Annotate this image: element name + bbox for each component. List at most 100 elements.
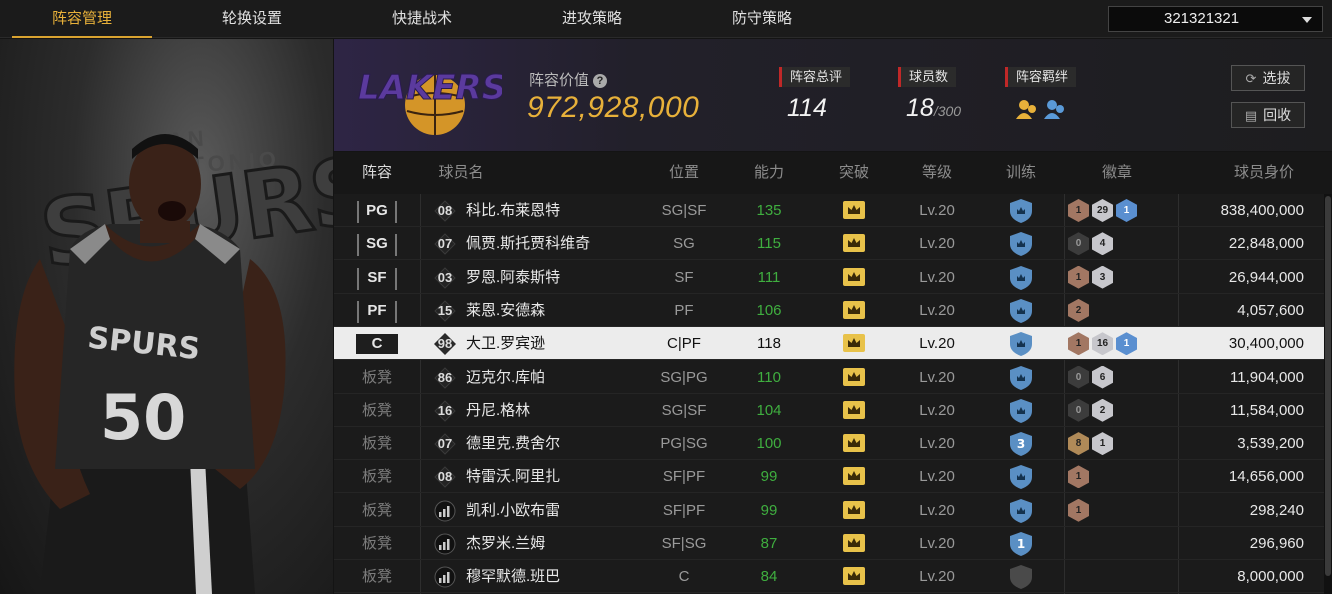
col-badges[interactable]: 徽章 bbox=[1082, 152, 1152, 194]
player-name[interactable]: 罗恩.阿泰斯特 bbox=[466, 261, 560, 294]
table-row[interactable]: 板凳 07 德里克.费舍尔 PG|SG 100 Lv.20 3 8 1 3,539,200 bbox=[334, 427, 1324, 461]
badge-icon[interactable]: 1 bbox=[1068, 332, 1089, 356]
training-shield-icon[interactable] bbox=[1008, 365, 1034, 390]
tab-rotation[interactable]: 轮换设置 bbox=[182, 0, 322, 38]
badge-icon[interactable]: 1 bbox=[1068, 498, 1089, 522]
player-position: SF bbox=[674, 268, 694, 286]
badge-icon[interactable]: 8 bbox=[1068, 432, 1089, 456]
player-name[interactable]: 凯利.小欧布雷 bbox=[466, 494, 560, 527]
player-name[interactable]: 科比.布莱恩特 bbox=[466, 194, 560, 227]
player-name[interactable]: 德里克.费舍尔 bbox=[466, 427, 560, 460]
player-name[interactable]: 穆罕默德.班巴 bbox=[466, 560, 560, 593]
slot-bench: 板凳 bbox=[361, 501, 392, 519]
training-shield-icon[interactable]: 1 bbox=[1008, 532, 1034, 556]
col-position[interactable]: 位置 bbox=[649, 152, 719, 194]
rating-bars-icon bbox=[434, 500, 456, 522]
svg-text:3: 3 bbox=[1017, 437, 1025, 451]
table-row[interactable]: 板凳 16 丹尼.格林 SG|SF 104 Lv.20 0 2 11,584,000 bbox=[334, 394, 1324, 427]
player-name[interactable]: 特雷沃.阿里扎 bbox=[466, 460, 560, 493]
training-shield-icon[interactable] bbox=[1008, 232, 1034, 257]
badge-icon[interactable]: 1 bbox=[1092, 432, 1113, 456]
tab-defense[interactable]: 防守策略 bbox=[692, 0, 832, 38]
badge-icon[interactable]: 1 bbox=[1116, 332, 1137, 356]
badge-icon[interactable]: 4 bbox=[1092, 232, 1113, 256]
table-row[interactable]: 板凳 86 迈克尔.库帕 SG|PG 110 Lv.20 0 6 11,904,000 bbox=[334, 361, 1324, 394]
badge-icon[interactable]: 0 bbox=[1068, 232, 1089, 256]
training-shield-icon[interactable] bbox=[1008, 398, 1034, 423]
player-name[interactable]: 丹尼.格林 bbox=[466, 394, 530, 427]
table-row[interactable]: 板凳 穆罕默德.班巴 C 84 Lv.20 8,000,000 bbox=[334, 560, 1324, 594]
scrollbar[interactable] bbox=[1324, 194, 1332, 594]
player-position: SG|SF bbox=[661, 401, 707, 419]
player-level: Lv.20 bbox=[919, 568, 955, 586]
col-lineup[interactable]: 阵容 bbox=[334, 152, 420, 194]
player-name[interactable]: 莱恩.安德森 bbox=[466, 294, 545, 327]
training-shield-icon[interactable] bbox=[1008, 565, 1034, 590]
col-price[interactable]: 球员身价 bbox=[1214, 152, 1314, 194]
badge-icon[interactable]: 3 bbox=[1092, 265, 1113, 289]
crown-icon[interactable] bbox=[842, 267, 866, 287]
col-ability[interactable]: 能力 bbox=[734, 152, 804, 194]
player-price: 8,000,000 bbox=[1237, 568, 1304, 586]
help-icon[interactable]: ? bbox=[593, 74, 608, 88]
table-row[interactable]: SG 07 佩贾.斯托贾科维奇 SG 115 Lv.20 0 4 22,848,000 bbox=[334, 227, 1324, 261]
badge-icon[interactable]: 2 bbox=[1068, 298, 1089, 322]
badge-icon[interactable]: 2 bbox=[1092, 398, 1113, 422]
crown-icon[interactable] bbox=[842, 533, 866, 553]
col-breakthrough[interactable]: 突破 bbox=[819, 152, 889, 194]
tab-offense[interactable]: 进攻策略 bbox=[522, 0, 662, 38]
table-row[interactable]: SF 03 罗恩.阿泰斯特 SF 111 Lv.20 1 3 26,944,000 bbox=[334, 261, 1324, 294]
table-row[interactable]: 板凳 杰罗米.兰姆 SF|SG 87 Lv.20 1 296,960 bbox=[334, 527, 1324, 560]
badge-icon[interactable]: 1 bbox=[1068, 265, 1089, 289]
tab-lineup[interactable]: 阵容管理 bbox=[12, 0, 152, 38]
player-name[interactable]: 大卫.罗宾逊 bbox=[466, 327, 545, 360]
table-row[interactable]: C 98 大卫.罗宾逊 C|PF 118 Lv.20 1 16 1 30,400,000 bbox=[334, 327, 1324, 361]
scrollbar-thumb[interactable] bbox=[1325, 196, 1331, 576]
crown-icon[interactable] bbox=[842, 566, 866, 586]
training-shield-icon[interactable]: 3 bbox=[1008, 432, 1034, 457]
account-select[interactable]: 321321321 bbox=[1108, 6, 1323, 32]
table-row[interactable]: 板凳 08 特雷沃.阿里扎 SF|PF 99 Lv.20 1 14,656,000 bbox=[334, 460, 1324, 494]
training-shield-icon[interactable] bbox=[1008, 332, 1034, 357]
table-row[interactable]: 板凳 凯利.小欧布雷 SF|PF 99 Lv.20 1 298,240 bbox=[334, 494, 1324, 527]
badge-icon[interactable]: 1 bbox=[1068, 199, 1089, 222]
badge-icon[interactable]: 1 bbox=[1116, 199, 1137, 222]
training-shield-icon[interactable] bbox=[1008, 298, 1034, 323]
crown-icon[interactable] bbox=[842, 433, 866, 453]
training-shield-icon[interactable] bbox=[1008, 199, 1034, 223]
bond-icon[interactable] bbox=[1014, 97, 1074, 123]
crown-icon[interactable] bbox=[842, 333, 866, 353]
crown-icon[interactable] bbox=[842, 400, 866, 420]
player-position: SF|PF bbox=[662, 468, 706, 486]
table-row[interactable]: PG 08 科比.布莱恩特 SG|SF 135 Lv.20 1 29 1 838,400,000 bbox=[334, 194, 1324, 227]
lineup-value-label: 阵容价值? bbox=[529, 69, 608, 90]
tab-quick-tactics[interactable]: 快捷战术 bbox=[352, 0, 492, 38]
training-shield-icon[interactable] bbox=[1008, 265, 1034, 290]
crown-icon[interactable] bbox=[842, 367, 866, 387]
crown-icon[interactable] bbox=[842, 200, 866, 220]
col-level[interactable]: 等级 bbox=[902, 152, 972, 194]
badge-icon[interactable]: 0 bbox=[1068, 398, 1089, 422]
badge-icon[interactable]: 0 bbox=[1068, 365, 1089, 389]
badge-icon[interactable]: 6 bbox=[1092, 365, 1113, 389]
player-name[interactable]: 佩贾.斯托贾科维奇 bbox=[466, 227, 590, 260]
training-shield-icon[interactable] bbox=[1008, 498, 1034, 523]
crown-icon[interactable] bbox=[842, 500, 866, 520]
player-name[interactable]: 迈克尔.库帕 bbox=[466, 361, 545, 394]
col-training[interactable]: 训练 bbox=[986, 152, 1056, 194]
crown-icon[interactable] bbox=[842, 300, 866, 320]
crown-icon[interactable] bbox=[842, 233, 866, 253]
player-ability: 87 bbox=[760, 535, 778, 552]
slot-cell: PF bbox=[334, 294, 420, 327]
badge-icon[interactable]: 1 bbox=[1068, 465, 1089, 489]
badge-icon[interactable]: 29 bbox=[1092, 199, 1113, 222]
draft-button[interactable]: ⟳ 选拔 bbox=[1231, 65, 1305, 91]
training-shield-icon[interactable] bbox=[1008, 465, 1034, 490]
crown-icon[interactable] bbox=[842, 466, 866, 486]
player-price: 11,904,000 bbox=[1230, 368, 1304, 386]
player-name[interactable]: 杰罗米.兰姆 bbox=[466, 527, 545, 560]
badge-icon[interactable]: 16 bbox=[1092, 332, 1113, 356]
table-row[interactable]: PF 15 莱恩.安德森 PF 106 Lv.20 2 4,057,600 bbox=[334, 294, 1324, 327]
col-name[interactable]: 球员名 bbox=[436, 152, 486, 194]
recycle-button[interactable]: ▤ 回收 bbox=[1231, 102, 1305, 128]
